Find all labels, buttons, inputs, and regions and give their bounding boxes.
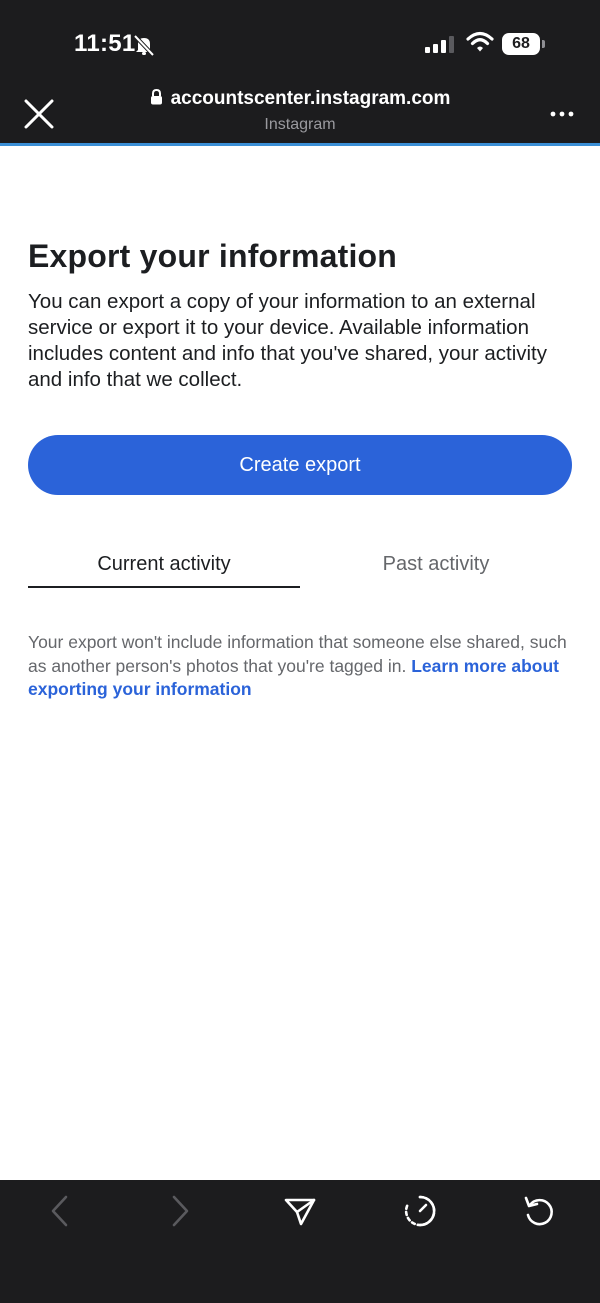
battery-tip	[542, 40, 545, 48]
site-name: Instagram	[264, 116, 336, 133]
page-load-progress	[0, 143, 600, 146]
forward-icon[interactable]	[162, 1193, 198, 1229]
reload-icon[interactable]	[521, 1193, 557, 1229]
battery-level: 68	[502, 33, 540, 55]
wifi-icon	[466, 31, 494, 52]
url-text: accountscenter.instagram.com	[170, 88, 451, 109]
page-title: Export your information	[28, 238, 398, 274]
page-description: You can export a copy of your informatio…	[28, 290, 547, 391]
active-tab-indicator	[28, 586, 300, 588]
bell-muted-icon	[133, 34, 155, 57]
url-bar[interactable]: accountscenter.instagram.com	[0, 88, 600, 110]
back-icon[interactable]	[42, 1193, 78, 1229]
lock-icon	[150, 89, 162, 105]
create-export-button[interactable]: Create export	[28, 435, 572, 495]
share-icon[interactable]	[282, 1193, 318, 1229]
more-options-icon[interactable]	[550, 110, 574, 118]
top-bar: 11:51 68 accountscenter.instagram.com In…	[0, 0, 600, 145]
speed-icon[interactable]	[402, 1193, 438, 1229]
cell-signal-icon	[425, 36, 454, 53]
battery-indicator: 68	[502, 33, 546, 55]
export-notice: Your export won't include information th…	[28, 631, 578, 702]
tab-current-activity[interactable]: Current activity	[28, 553, 300, 576]
tab-past-activity[interactable]: Past activity	[300, 553, 572, 576]
status-time: 11:51	[74, 30, 136, 57]
